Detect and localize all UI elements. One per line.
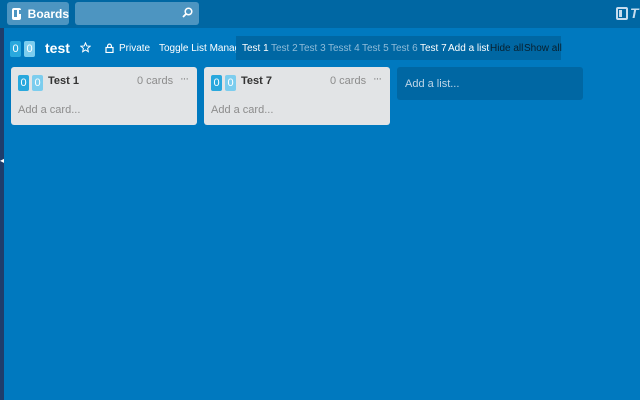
list-menu-icon[interactable]: ··· xyxy=(373,73,382,85)
board-title[interactable]: test xyxy=(45,40,70,56)
list-badge-b: 0 xyxy=(225,75,236,91)
list-title[interactable]: Test 1 xyxy=(48,75,79,87)
boards-icon xyxy=(12,7,22,20)
board-badge-a: 0 xyxy=(10,41,21,57)
boards-button[interactable]: Boards xyxy=(7,2,69,25)
list-toggle-test-6[interactable]: Test 6 xyxy=(391,43,418,54)
add-card-button[interactable]: Add a card... xyxy=(211,104,273,116)
top-header: Boards T xyxy=(0,0,640,28)
card-count: 0 cards xyxy=(330,75,367,87)
add-card-button[interactable]: Add a card... xyxy=(18,104,80,116)
list-toggle-test-7[interactable]: Test 7 xyxy=(420,43,447,54)
list-manager-bar: Test 1 Test 2 Test 3 Tesst 4 Test 5 Test… xyxy=(236,36,562,60)
add-list-placeholder: Add a list... xyxy=(405,78,460,90)
add-list-link[interactable]: Add a list xyxy=(448,43,489,54)
list-toggle-test-1[interactable]: Test 1 xyxy=(242,43,269,54)
list-badge-a: 0 xyxy=(211,75,222,91)
boards-label: Boards xyxy=(27,6,69,21)
list-toggle-test-5[interactable]: Test 5 xyxy=(362,43,389,54)
logo-icon xyxy=(616,6,628,20)
star-icon[interactable] xyxy=(80,42,91,53)
list-title[interactable]: Test 7 xyxy=(241,75,272,87)
list-toggle-test-3[interactable]: Test 3 xyxy=(299,43,326,54)
list-test-7: 0 0 Test 7 0 cards ··· Add a card... xyxy=(204,67,390,125)
show-all-button[interactable]: Show all xyxy=(524,43,562,54)
privacy-button[interactable]: Private xyxy=(119,43,150,54)
search-icon[interactable] xyxy=(182,7,193,18)
hide-all-button[interactable]: Hide all xyxy=(490,43,523,54)
logo-text: T xyxy=(630,5,639,21)
list-badge-b: 0 xyxy=(32,75,43,91)
add-list-input[interactable]: Add a list... xyxy=(397,67,583,100)
list-badge-a: 0 xyxy=(18,75,29,91)
card-count: 0 cards xyxy=(137,75,174,87)
board-header: 0 0 test Private Toggle List Manager Tes… xyxy=(0,36,640,62)
list-test-1: 0 0 Test 1 0 cards ··· Add a card... xyxy=(11,67,197,125)
list-menu-icon[interactable]: ··· xyxy=(180,73,189,85)
list-toggle-test-2[interactable]: Test 2 xyxy=(271,43,298,54)
list-toggle-tesst-4[interactable]: Tesst 4 xyxy=(328,43,360,54)
lock-icon xyxy=(105,43,114,53)
board-badge-b: 0 xyxy=(24,41,35,57)
search-input[interactable] xyxy=(75,2,199,25)
collapse-handle-icon[interactable]: ◂ xyxy=(0,156,4,166)
trello-logo[interactable]: T xyxy=(616,5,640,21)
